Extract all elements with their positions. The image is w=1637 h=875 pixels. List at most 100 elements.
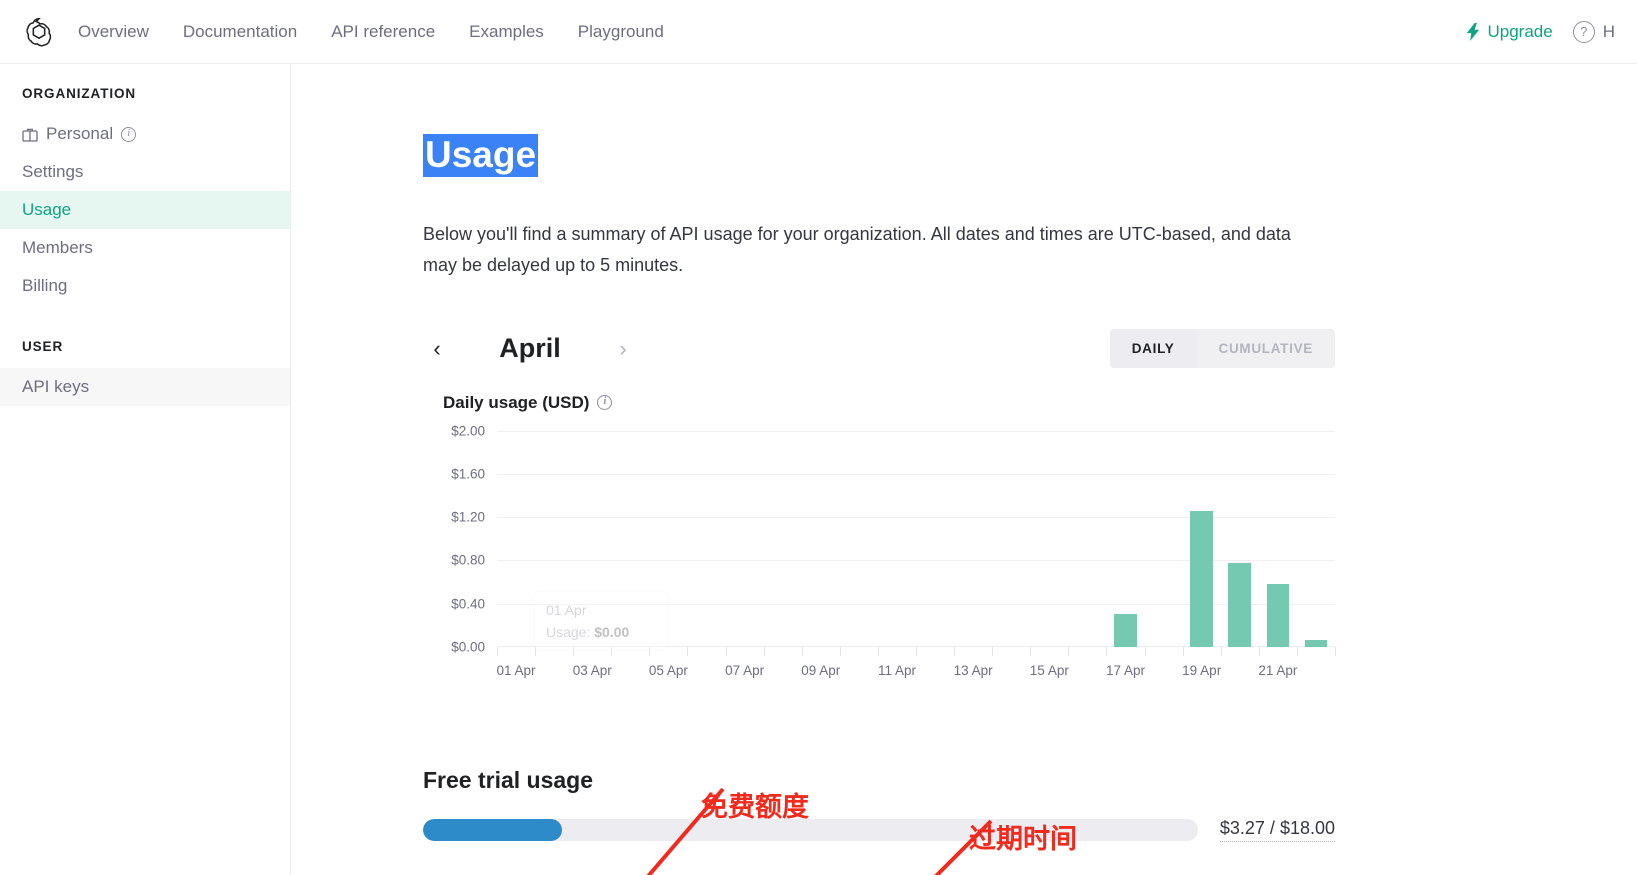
help-label: H [1603, 22, 1615, 42]
bar-slot[interactable] [878, 431, 916, 647]
x-axis-tick [878, 647, 879, 656]
bar-slot[interactable] [1145, 431, 1183, 647]
x-axis-tick-label: 21 Apr [1258, 663, 1297, 678]
chevron-right-icon[interactable]: › [609, 335, 637, 363]
lightning-bolt-icon [1466, 23, 1481, 41]
question-circle-icon: ? [1573, 21, 1595, 43]
month-label: April [465, 333, 595, 364]
bar-slot[interactable] [1297, 431, 1335, 647]
chevron-left-icon[interactable]: ‹ [423, 335, 451, 363]
x-axis-tick-label: 05 Apr [649, 663, 688, 678]
x-axis-tick [1106, 647, 1107, 656]
upgrade-label: Upgrade [1488, 22, 1553, 42]
tooltip-usage-value: $0.00 [594, 624, 629, 640]
chart-subtitle: Daily usage (USD) [443, 393, 589, 413]
x-axis-tick-label: 01 Apr [497, 663, 536, 678]
nav-link-documentation[interactable]: Documentation [183, 22, 297, 42]
chart-bar[interactable] [1267, 584, 1290, 647]
y-axis-labels: $0.00$0.40$0.80$1.20$1.60$2.00 [423, 431, 485, 647]
x-axis-tick [1145, 647, 1146, 656]
sidebar-item-settings[interactable]: Settings [0, 153, 290, 191]
x-axis-tick [992, 647, 993, 656]
x-axis-tick [1068, 647, 1069, 656]
primary-nav-links: Overview Documentation API reference Exa… [78, 22, 664, 42]
nav-link-examples[interactable]: Examples [469, 22, 544, 42]
usage-bar-chart: $0.00$0.40$0.80$1.20$1.60$2.00 01 Apr03 … [423, 431, 1335, 709]
briefcase-icon [22, 127, 38, 142]
bar-slot[interactable] [764, 431, 802, 647]
free-trial-progress-row: $3.27 / $18.00 [423, 818, 1335, 842]
bar-slot[interactable] [802, 431, 840, 647]
x-axis-tick [764, 647, 765, 656]
x-axis-tick-label: 13 Apr [954, 663, 993, 678]
bar-slot[interactable] [916, 431, 954, 647]
nav-link-overview[interactable]: Overview [78, 22, 149, 42]
tooltip-usage-row: Usage: $0.00 [546, 624, 656, 640]
annotation-free-quota: 免费额度 [701, 785, 809, 824]
page-title: Usage [423, 134, 538, 177]
nav-link-api-reference[interactable]: API reference [331, 22, 435, 42]
toggle-cumulative[interactable]: CUMULATIVE [1197, 329, 1336, 368]
toggle-daily[interactable]: DAILY [1110, 329, 1197, 368]
sidebar-item-label: Settings [22, 162, 83, 182]
sidebar: ORGANIZATION Personal i Settings Usage M… [0, 64, 291, 875]
x-axis-tick [916, 647, 917, 656]
page-description: Below you'll find a summary of API usage… [423, 219, 1303, 281]
bar-slot[interactable] [1107, 431, 1145, 647]
x-axis-tick-label: 19 Apr [1182, 663, 1221, 678]
bar-slot[interactable] [1221, 431, 1259, 647]
x-axis-tick-label: 09 Apr [801, 663, 840, 678]
x-axis-tick [802, 647, 803, 656]
x-axis-tick-label: 07 Apr [725, 663, 764, 678]
sidebar-item-label: Usage [22, 200, 71, 220]
bar-slot[interactable] [1259, 431, 1297, 647]
chart-bar[interactable] [1228, 563, 1251, 647]
y-axis-tick-label: $1.20 [451, 510, 485, 525]
progress-amount-label: $3.27 / $18.00 [1220, 818, 1335, 842]
sidebar-heading-organization: ORGANIZATION [0, 86, 290, 101]
bar-slot[interactable] [954, 431, 992, 647]
sidebar-item-api-keys[interactable]: API keys [0, 368, 290, 406]
progress-bar-track [423, 819, 1198, 841]
sidebar-item-billing[interactable]: Billing [0, 267, 290, 305]
help-button[interactable]: ? H [1573, 21, 1615, 43]
bar-slot[interactable] [726, 431, 764, 647]
sidebar-item-label: Billing [22, 276, 67, 296]
info-circle-icon[interactable]: i [121, 127, 136, 142]
bar-slot[interactable] [1030, 431, 1068, 647]
x-axis-labels: 01 Apr03 Apr05 Apr07 Apr09 Apr11 Apr13 A… [497, 663, 1335, 683]
x-axis-tick [1259, 647, 1260, 656]
upgrade-button[interactable]: Upgrade [1466, 22, 1553, 42]
openai-logo-icon[interactable] [22, 15, 56, 49]
main-content: Usage Below you'll find a summary of API… [291, 64, 1637, 875]
x-axis-tick [840, 647, 841, 656]
x-axis-tick [1183, 647, 1184, 656]
bar-slot[interactable] [1068, 431, 1106, 647]
chart-subtitle-row: Daily usage (USD) i [423, 393, 1335, 413]
chart-bar[interactable] [1190, 511, 1213, 647]
y-axis-tick-label: $0.40 [451, 596, 485, 611]
bar-slot[interactable] [497, 431, 535, 647]
sidebar-item-usage[interactable]: Usage [0, 191, 290, 229]
free-trial-title: Free trial usage [423, 767, 1335, 794]
chart-toolbar: ‹ April › DAILY CUMULATIVE [423, 327, 1335, 371]
free-trial-section: Free trial usage $3.27 / $18.00 GRANT # … [423, 767, 1335, 875]
x-axis-tick-label: 17 Apr [1106, 663, 1145, 678]
sidebar-item-personal[interactable]: Personal i [0, 115, 290, 153]
bar-slot[interactable] [1183, 431, 1221, 647]
x-axis-tick-label: 15 Apr [1030, 663, 1069, 678]
chart-tooltip: 01 Apr Usage: $0.00 [533, 591, 669, 651]
bar-slot[interactable] [992, 431, 1030, 647]
y-axis-tick-label: $1.60 [451, 467, 485, 482]
tooltip-usage-label: Usage: [546, 624, 590, 640]
view-toggle-group: DAILY CUMULATIVE [1110, 329, 1335, 368]
bar-slot[interactable] [687, 431, 725, 647]
nav-link-playground[interactable]: Playground [578, 22, 664, 42]
x-axis-tick [497, 647, 498, 656]
sidebar-item-members[interactable]: Members [0, 229, 290, 267]
info-circle-icon[interactable]: i [597, 395, 612, 410]
bar-slot[interactable] [840, 431, 878, 647]
sidebar-item-label: Personal [46, 124, 113, 144]
chart-bar[interactable] [1114, 614, 1137, 646]
x-axis-tick [726, 647, 727, 656]
